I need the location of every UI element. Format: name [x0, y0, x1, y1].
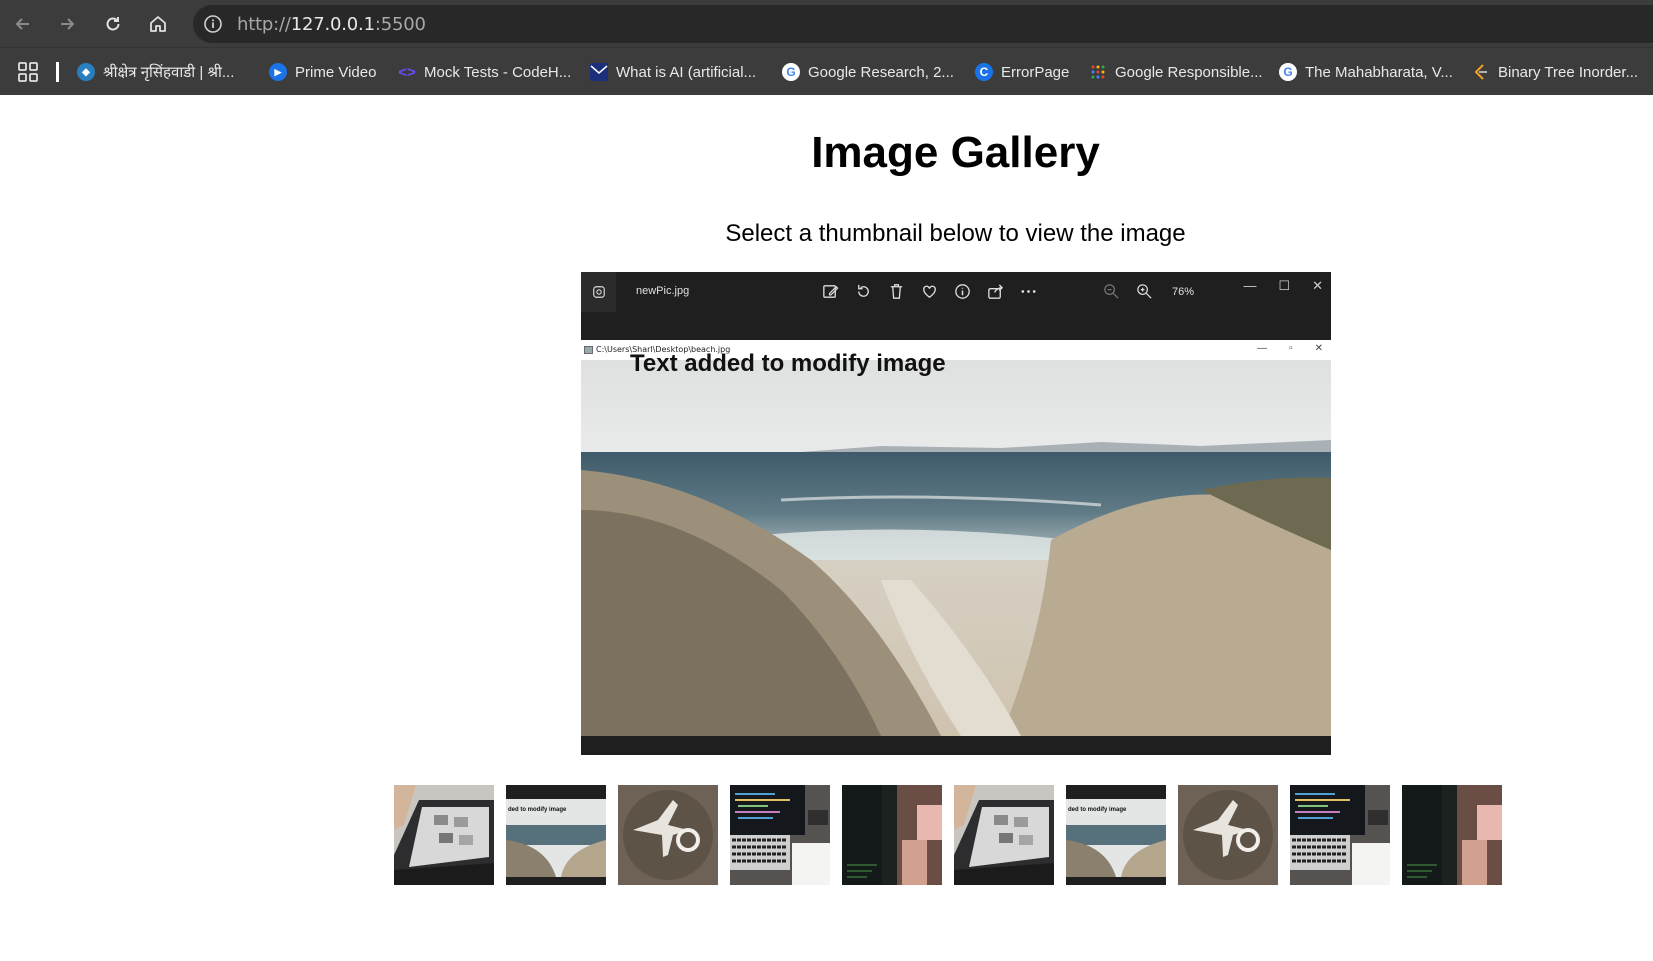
viewer-zoom-level: 76%: [1172, 285, 1195, 298]
airplane-logo-thumbnail: [618, 785, 718, 885]
bookmark-label: श्रीक्षेत्र नृसिंहवाडी | श्री...: [103, 64, 235, 81]
page-subtitle: Select a thumbnail below to view the ima…: [725, 220, 1186, 247]
more-icon: [1021, 290, 1036, 293]
bookmark-label: Google Research, 2...: [808, 63, 954, 81]
bookmark-item-4[interactable]: G Google Research, 2...: [782, 60, 954, 84]
leetcode-icon: [1472, 63, 1490, 81]
browser-toolbar: http://127.0.0.1:5500: [0, 0, 1653, 47]
edit-image-icon: [823, 285, 839, 298]
reload-icon: [106, 17, 120, 31]
thumbnail-caption: ded to modify image: [508, 807, 567, 813]
favorite-icon: [923, 285, 936, 298]
beach-text-thumbnail: ded to modify image: [1066, 785, 1166, 885]
maximize-icon: ☐: [1278, 278, 1291, 293]
page-title: Image Gallery: [811, 128, 1100, 177]
viewer-window-controls: — ☐ ✕: [1243, 278, 1323, 294]
back-button[interactable]: [8, 9, 38, 39]
thumbnail-1[interactable]: [394, 785, 494, 885]
c-letter-icon: C: [975, 63, 993, 81]
codehelp-icon: <>: [398, 63, 416, 81]
rotate-icon: [858, 284, 869, 297]
bookmark-label: Mock Tests - CodeH...: [424, 63, 572, 81]
thumbnail-strip: ded to modify image ded to modify image: [394, 785, 1502, 885]
thumbnail-7[interactable]: ded to modify image: [1066, 785, 1166, 885]
bookmark-item-8[interactable]: Binary Tree Inorder...: [1472, 60, 1638, 84]
drupal-icon: ◆: [77, 63, 95, 81]
mail-icon: [590, 63, 608, 81]
inner-image-window: C:\Users\Sharl\Desktop\beach.jpg — ▫ ✕ T…: [581, 340, 1331, 736]
close-icon: ✕: [1312, 278, 1323, 293]
home-icon: [150, 16, 166, 32]
bookmark-label: Prime Video: [295, 63, 377, 81]
thumbnail-10[interactable]: [1402, 785, 1502, 885]
minimize-icon: —: [1243, 278, 1257, 293]
apps-grid-icon[interactable]: [17, 61, 39, 83]
prime-video-icon: ▶: [269, 63, 287, 81]
beach-photo: [581, 360, 1331, 736]
laptop-photo-thumbnail: [954, 785, 1054, 885]
bookmark-item-5[interactable]: C ErrorPage: [975, 60, 1069, 84]
beach-text-thumbnail: ded to modify image: [506, 785, 606, 885]
zoom-out-icon: [1104, 284, 1119, 299]
maximize-icon: ▫: [1289, 343, 1293, 354]
bookmark-item-0[interactable]: ◆ श्रीक्षेत्र नृसिंहवाडी | श्री...: [77, 60, 234, 84]
google-icon: G: [782, 63, 800, 81]
bookmark-label: The Mahabharata, V...: [1305, 63, 1453, 81]
zoom-in-icon: [1137, 284, 1152, 299]
bookmark-item-2[interactable]: <> Mock Tests - CodeH...: [398, 60, 571, 84]
share-icon: [988, 284, 1004, 299]
bookmark-label: ErrorPage: [1001, 63, 1070, 81]
thumbnail-8[interactable]: [1178, 785, 1278, 885]
bookmark-item-3[interactable]: What is AI (artificial...: [590, 60, 756, 84]
bookmark-item-7[interactable]: G The Mahabharata, V...: [1279, 60, 1453, 84]
close-icon: ✕: [1314, 343, 1323, 354]
bookmark-label: Binary Tree Inorder...: [1498, 63, 1639, 81]
bookmark-item-6[interactable]: Google Responsible...: [1089, 60, 1263, 84]
thumbnail-3[interactable]: [618, 785, 718, 885]
dark-monitor-thumbnail: [842, 785, 942, 885]
site-info-icon[interactable]: [203, 14, 223, 34]
viewer-tools: [821, 282, 1038, 301]
google-icon: G: [1279, 63, 1297, 81]
bookmarks-separator: [56, 62, 59, 82]
forward-button[interactable]: [52, 9, 82, 39]
back-arrow-icon: [15, 18, 29, 30]
url-port: :5500: [374, 14, 426, 35]
airplane-logo-thumbnail: [1178, 785, 1278, 885]
thumbnail-caption: ded to modify image: [1068, 807, 1127, 813]
bookmark-label: What is AI (artificial...: [616, 63, 757, 81]
photo-viewer-toolbar: newPic.jpg 76% — ☐ ✕: [581, 272, 1331, 340]
url-scheme: http://: [237, 14, 291, 35]
laptop-code-thumbnail: [730, 785, 830, 885]
thumbnail-4[interactable]: [730, 785, 830, 885]
laptop-photo-thumbnail: [394, 785, 494, 885]
info-icon: [955, 284, 970, 299]
viewer-zoom-controls: 76%: [1102, 282, 1194, 301]
url-text[interactable]: http://127.0.0.1:5500: [237, 14, 426, 35]
image-file-icon: [584, 345, 593, 354]
bookmark-label: Google Responsible...: [1115, 63, 1263, 81]
viewer-filename: newPic.jpg: [636, 285, 690, 297]
thumbnail-2[interactable]: ded to modify image: [506, 785, 606, 885]
bookmarks-bar: ◆ श्रीक्षेत्र नृसिंहवाडी | श्री... ▶ Pri…: [0, 47, 1653, 95]
thumbnail-5[interactable]: [842, 785, 942, 885]
dots-icon: [1089, 63, 1107, 81]
home-button[interactable]: [143, 9, 173, 39]
reload-button[interactable]: [98, 9, 128, 39]
delete-icon: [890, 284, 903, 299]
address-bar[interactable]: http://127.0.0.1:5500: [193, 5, 1653, 43]
main-image: newPic.jpg 76% — ☐ ✕ C:\Users\Sharl\Desk…: [581, 272, 1331, 755]
bookmark-item-1[interactable]: ▶ Prime Video: [269, 60, 376, 84]
thumbnail-9[interactable]: [1290, 785, 1390, 885]
laptop-code-thumbnail: [1290, 785, 1390, 885]
url-host: 127.0.0.1: [290, 14, 375, 35]
minimize-icon: —: [1257, 343, 1268, 354]
photos-app-icon: [581, 272, 616, 312]
overlay-text: Text added to modify image: [630, 350, 946, 377]
forward-arrow-icon: [61, 18, 75, 30]
inner-window-controls: — ▫ ✕: [1257, 343, 1323, 354]
dark-monitor-thumbnail: [1402, 785, 1502, 885]
thumbnail-6[interactable]: [954, 785, 1054, 885]
